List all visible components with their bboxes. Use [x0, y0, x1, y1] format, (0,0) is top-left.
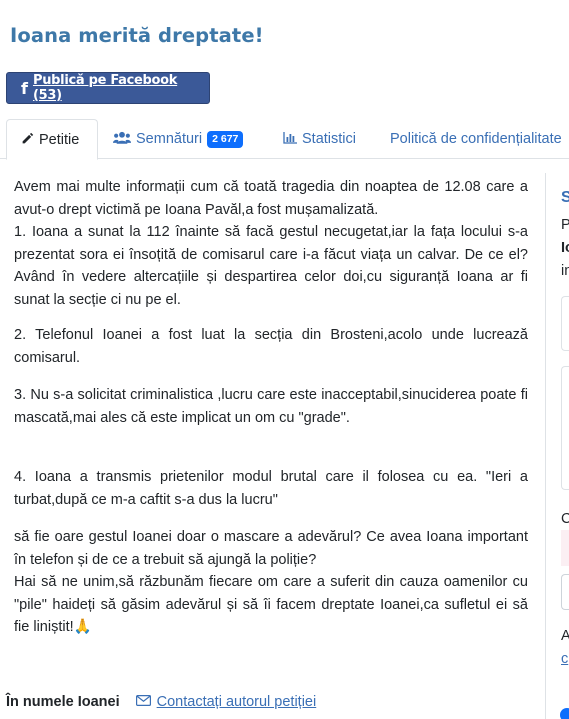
sidebar-text: P	[561, 217, 569, 233]
envelope-icon	[136, 694, 155, 709]
tab-statistici[interactable]: Statistici	[283, 119, 356, 159]
tab-privacy-policy-label: Politică de confidențialitate	[390, 131, 562, 147]
sidebar-field[interactable]	[561, 574, 569, 610]
petition-author: În numele Ioanei	[6, 694, 120, 710]
share-facebook-button[interactable]: f Publică pe Facebook (53)	[6, 72, 210, 104]
sidebar-divider	[545, 173, 546, 719]
petition-paragraph: să fie oare gestul Ioanei doar o mascare…	[14, 529, 528, 635]
sidebar-input[interactable]	[561, 296, 569, 351]
sidebar-highlight	[561, 530, 569, 566]
petition-paragraph: 3. Nu s-a solicitat criminalistica ,lucr…	[14, 387, 528, 426]
signature-count-badge: 2 677	[207, 130, 244, 148]
sidebar-button[interactable]	[560, 708, 569, 719]
sidebar-link[interactable]: c	[561, 651, 568, 667]
sidebar-heading: S	[561, 189, 569, 206]
petition-paragraph: 2. Telefonul Ioanei a fost luat la secți…	[14, 327, 528, 366]
sidebar-label: C	[561, 511, 569, 527]
pencil-icon	[21, 132, 34, 148]
sidebar-text-bold: Io	[561, 240, 569, 256]
tab-petitie[interactable]: Petitie	[6, 119, 98, 160]
bar-chart-icon	[283, 131, 297, 147]
sidebar-label: A	[561, 628, 569, 644]
tab-petitie-label: Petitie	[39, 131, 80, 148]
users-icon	[113, 131, 131, 147]
facebook-icon: f	[21, 78, 28, 98]
petition-paragraph: 4. Ioana a transmis prietenilor modul br…	[14, 469, 528, 508]
petition-tabs: Petitie Semnături 2 677 Statistici Polit…	[0, 119, 569, 160]
tab-semnaturi[interactable]: Semnături 2 677	[113, 119, 244, 159]
tab-privacy-policy[interactable]: Politică de confidențialitate	[390, 119, 562, 159]
tab-statistici-label: Statistici	[302, 131, 356, 147]
page-title: Ioana merită dreptate!	[10, 24, 264, 47]
contact-author-label: Contactați autorul petiției	[156, 694, 317, 710]
share-facebook-label: Publică pe Facebook (53)	[32, 73, 178, 103]
tab-semnaturi-label: Semnături	[136, 131, 203, 147]
sidebar-textarea[interactable]	[561, 366, 569, 490]
contact-author-link[interactable]: Contactați autorul petiției	[136, 694, 316, 710]
sidebar-text: in	[561, 263, 569, 279]
petition-paragraph: Avem mai multe informații cum că toată t…	[14, 179, 528, 308]
